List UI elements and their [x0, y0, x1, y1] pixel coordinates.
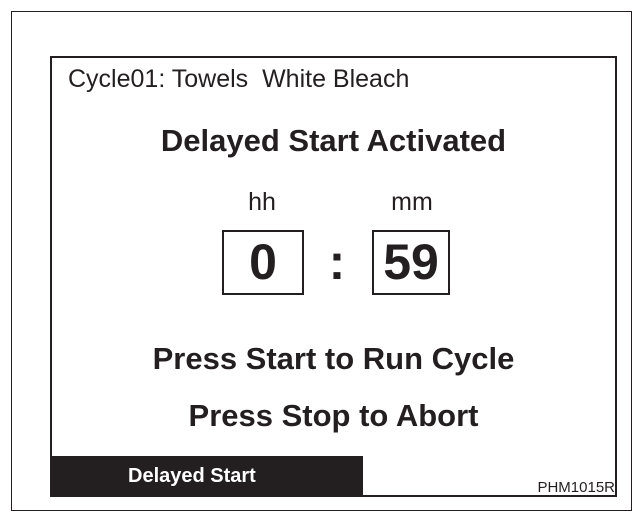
figure-frame: Cycle01: Towels White Bleach Delayed Sta… — [11, 11, 632, 511]
hours-field: 0 — [222, 230, 304, 295]
hours-label: hh — [248, 188, 276, 216]
display-screen: Cycle01: Towels White Bleach Delayed Sta… — [50, 56, 617, 497]
status-heading: Delayed Start Activated — [160, 123, 507, 158]
stop-instruction: Press Stop to Abort — [188, 398, 479, 433]
cycle-title: Cycle01: Towels White Bleach — [68, 65, 410, 93]
minutes-label: mm — [391, 188, 433, 216]
status-tab: Delayed Start — [52, 456, 363, 496]
minutes-field: 59 — [372, 230, 450, 295]
figure-code: PHM1015R — [537, 479, 615, 496]
time-separator: : — [328, 234, 346, 290]
start-instruction: Press Start to Run Cycle — [152, 341, 515, 376]
